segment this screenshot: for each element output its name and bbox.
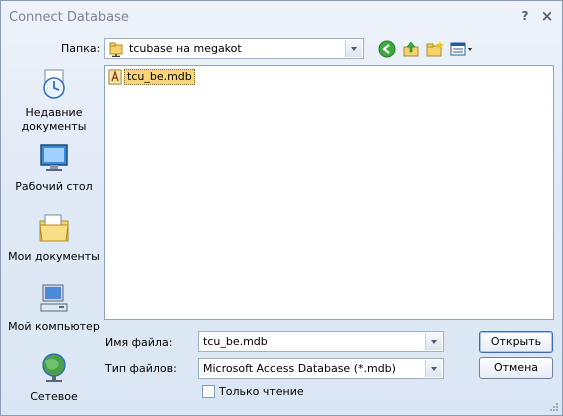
place-network[interactable]: Сетевое (7, 351, 101, 404)
file-list[interactable]: tcu_be.mdb (104, 65, 554, 320)
network-icon (42, 353, 66, 382)
readonly-label: Только чтение (219, 385, 304, 398)
views-menu-icon[interactable] (450, 40, 474, 58)
filename-input[interactable]: tcu_be.mdb (198, 331, 444, 352)
place-label: Мой компьютер (8, 320, 100, 333)
title-bar[interactable]: Connect Database ? × (1, 1, 562, 33)
access-database-icon (108, 69, 122, 85)
window-title: Connect Database (9, 10, 129, 25)
lookin-value: tcubase на megakot (129, 42, 242, 55)
place-label: Недавние документы (21, 106, 87, 133)
filename-label: Имя файла: (105, 336, 173, 349)
recent-documents-icon (43, 69, 65, 99)
filetype-value: Microsoft Access Database (*.mdb) (203, 362, 396, 375)
file-name: tcu_be.mdb (124, 69, 195, 85)
up-folder-icon[interactable] (402, 40, 420, 58)
filetype-select[interactable]: Microsoft Access Database (*.mdb) (198, 358, 444, 379)
file-item[interactable]: tcu_be.mdb (108, 69, 195, 85)
cancel-button[interactable]: Отмена (479, 357, 553, 379)
lookin-combo[interactable]: tcubase на megakot (104, 38, 364, 59)
place-desktop[interactable]: Рабочий стол (7, 141, 101, 194)
checkbox-box[interactable] (202, 385, 215, 398)
resize-grip-icon[interactable] (549, 402, 559, 412)
my-documents-icon (39, 214, 69, 242)
back-icon[interactable] (378, 40, 396, 58)
place-label: Рабочий стол (15, 180, 93, 193)
place-my-documents[interactable]: Мои документы (7, 211, 101, 264)
place-my-computer[interactable]: Мой компьютер (7, 281, 101, 334)
filename-value: tcu_be.mdb (203, 335, 268, 348)
close-button[interactable]: × (539, 8, 555, 24)
lookin-dropdown-arrow[interactable] (345, 40, 362, 57)
my-computer-icon (40, 284, 68, 312)
help-button[interactable]: ? (517, 8, 533, 24)
filename-dropdown-arrow[interactable] (425, 333, 442, 350)
open-button[interactable]: Открыть (479, 331, 553, 353)
desktop-icon (40, 144, 68, 171)
new-folder-icon[interactable] (426, 40, 444, 58)
open-file-dialog: Connect Database ? × Папка: tcubase на m… (0, 0, 563, 416)
lookin-label: Папка: (61, 42, 101, 55)
place-label: Мои документы (8, 250, 100, 263)
network-folder-icon (109, 42, 123, 57)
filetype-dropdown-arrow[interactable] (425, 360, 442, 377)
place-recent-documents[interactable]: Недавние документы (7, 67, 101, 134)
filetype-label: Тип файлов: (105, 362, 177, 375)
place-label: Сетевое (30, 390, 78, 403)
readonly-checkbox[interactable]: Только чтение (202, 385, 304, 398)
